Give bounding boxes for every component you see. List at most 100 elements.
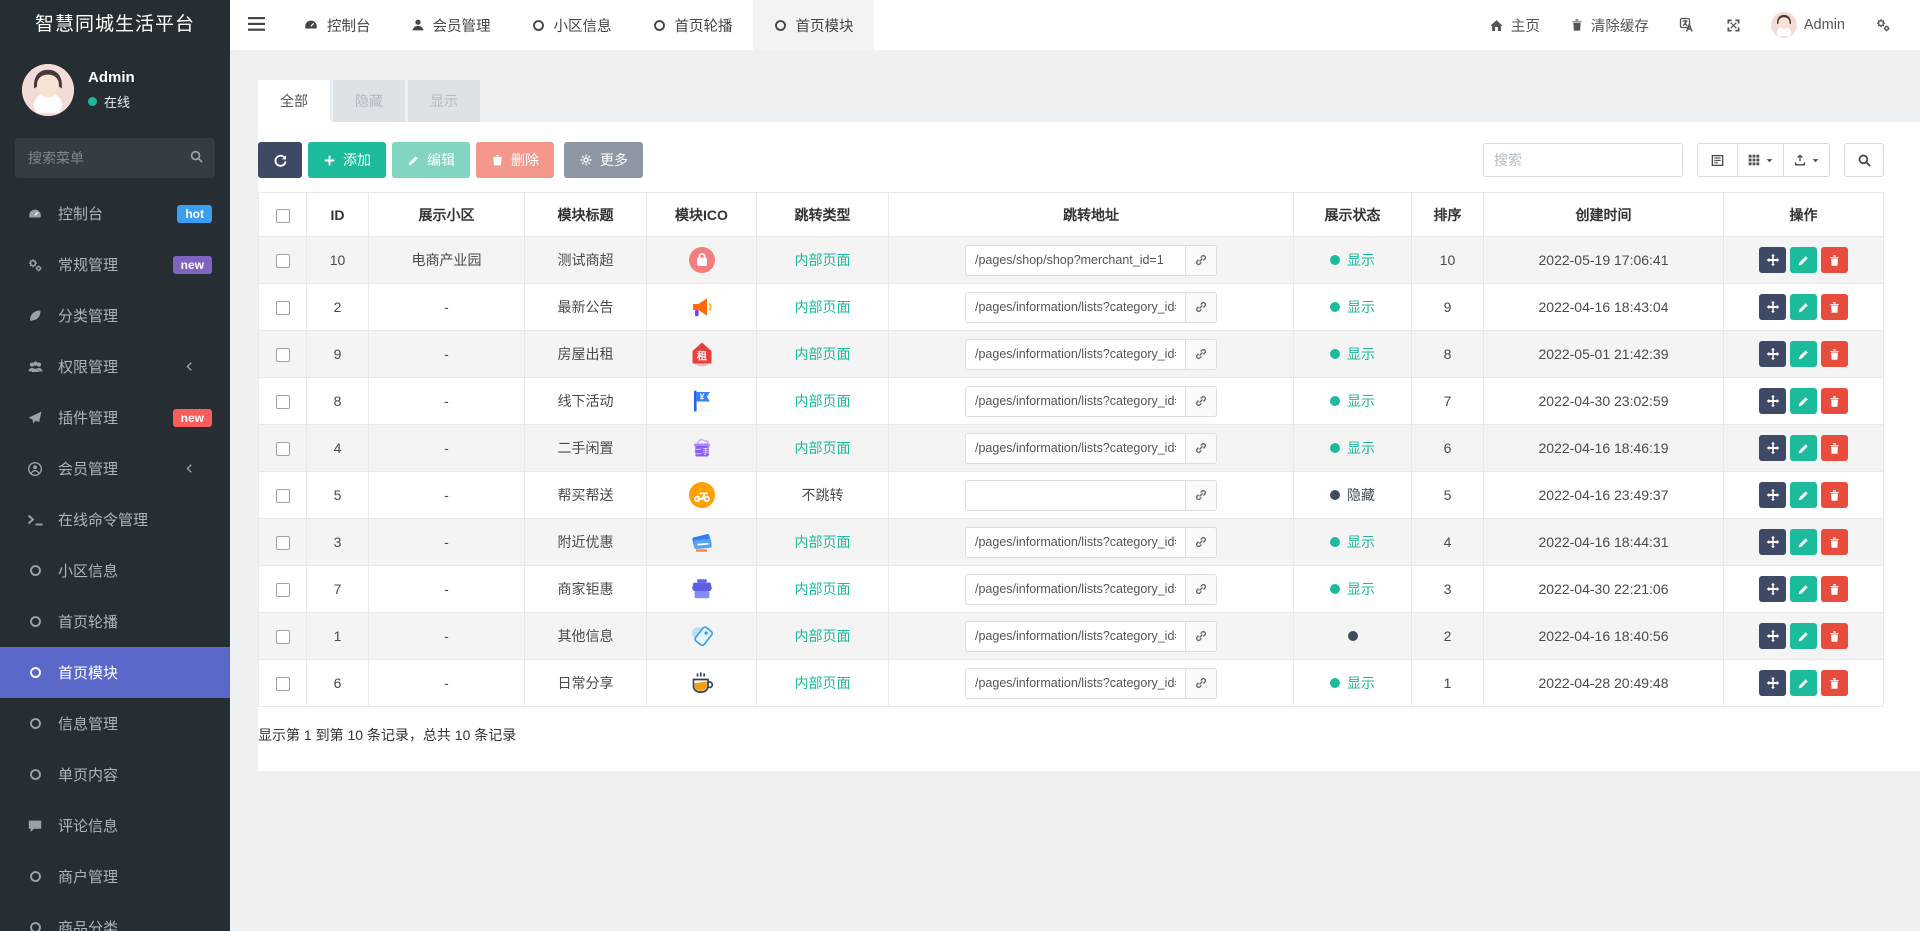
- drag-sort-button[interactable]: [1759, 246, 1786, 273]
- sidebar-item-13[interactable]: 商户管理: [0, 851, 230, 902]
- search-button[interactable]: [1844, 143, 1884, 177]
- more-button[interactable]: 更多: [564, 142, 643, 178]
- row-checkbox[interactable]: [275, 630, 290, 645]
- link-button[interactable]: [1185, 244, 1217, 276]
- url-input[interactable]: [965, 667, 1185, 699]
- delete-button[interactable]: 删除: [476, 142, 554, 178]
- sidebar-item-1[interactable]: 常规管理 new: [0, 239, 230, 290]
- sidebar-item-2[interactable]: 分类管理: [0, 290, 230, 341]
- row-delete-button[interactable]: [1821, 482, 1848, 509]
- row-edit-button[interactable]: [1790, 294, 1817, 321]
- export-button[interactable]: [1783, 143, 1830, 177]
- row-checkbox[interactable]: [275, 395, 290, 410]
- refresh-button[interactable]: [258, 142, 302, 178]
- row-edit-button[interactable]: [1790, 388, 1817, 415]
- drag-sort-button[interactable]: [1759, 481, 1786, 508]
- sidebar-item-14[interactable]: 商品分类: [0, 902, 230, 931]
- row-edit-button[interactable]: [1790, 576, 1817, 603]
- filter-tab-1[interactable]: 隐藏: [333, 80, 405, 122]
- settings-menu[interactable]: [1862, 0, 1904, 50]
- row-checkbox[interactable]: [275, 536, 290, 551]
- sidebar-item-11[interactable]: 单页内容: [0, 749, 230, 800]
- columns-button[interactable]: [1737, 143, 1783, 177]
- row-delete-button[interactable]: [1821, 529, 1848, 556]
- row-edit-button[interactable]: [1790, 482, 1817, 509]
- edit-button[interactable]: 编辑: [392, 142, 470, 178]
- menu-search-input[interactable]: [15, 138, 215, 178]
- menu-toggle-icon[interactable]: [230, 16, 283, 34]
- drag-sort-button[interactable]: [1759, 293, 1786, 320]
- row-checkbox[interactable]: [275, 348, 290, 363]
- row-edit-button[interactable]: [1790, 435, 1817, 462]
- link-button[interactable]: [1185, 573, 1217, 605]
- row-delete-button[interactable]: [1821, 670, 1848, 697]
- topbar-tab-1[interactable]: 会员管理: [391, 0, 511, 50]
- row-checkbox[interactable]: [275, 442, 290, 457]
- drag-sort-button[interactable]: [1759, 528, 1786, 555]
- row-checkbox[interactable]: [275, 677, 290, 692]
- row-checkbox[interactable]: [275, 301, 290, 316]
- table-search-input[interactable]: [1483, 143, 1683, 177]
- filter-tab-0[interactable]: 全部: [258, 80, 330, 122]
- link-button[interactable]: [1185, 620, 1217, 652]
- url-input[interactable]: [965, 244, 1185, 276]
- link-button[interactable]: [1185, 667, 1217, 699]
- filter-tab-2[interactable]: 显示: [408, 80, 480, 122]
- row-checkbox[interactable]: [275, 489, 290, 504]
- clear-cache-link[interactable]: 清除缓存: [1557, 0, 1662, 50]
- sidebar-item-6[interactable]: 在线命令管理: [0, 494, 230, 545]
- drag-sort-button[interactable]: [1759, 434, 1786, 461]
- user-menu[interactable]: Admin: [1758, 0, 1858, 50]
- sidebar-item-7[interactable]: 小区信息: [0, 545, 230, 596]
- url-input[interactable]: [965, 291, 1185, 323]
- drag-sort-button[interactable]: [1759, 669, 1786, 696]
- link-button[interactable]: [1185, 479, 1217, 511]
- home-link[interactable]: 主页: [1476, 0, 1553, 50]
- row-checkbox[interactable]: [275, 583, 290, 598]
- sidebar-item-0[interactable]: 控制台 hot: [0, 188, 230, 239]
- link-button[interactable]: [1185, 432, 1217, 464]
- link-button[interactable]: [1185, 385, 1217, 417]
- detail-view-button[interactable]: [1697, 143, 1737, 177]
- sidebar-item-4[interactable]: 插件管理 new: [0, 392, 230, 443]
- row-edit-button[interactable]: [1790, 341, 1817, 368]
- row-delete-button[interactable]: [1821, 294, 1848, 321]
- row-delete-button[interactable]: [1821, 341, 1848, 368]
- sidebar-item-9[interactable]: 首页模块: [0, 647, 230, 698]
- topbar-tab-4[interactable]: 首页模块: [752, 0, 874, 50]
- link-button[interactable]: [1185, 338, 1217, 370]
- fullscreen-toggle[interactable]: [1713, 0, 1754, 50]
- row-delete-button[interactable]: [1821, 576, 1848, 603]
- url-input[interactable]: [965, 573, 1185, 605]
- url-input[interactable]: [965, 526, 1185, 558]
- language-toggle[interactable]: [1666, 0, 1709, 50]
- row-delete-button[interactable]: [1821, 388, 1848, 415]
- sidebar-item-3[interactable]: 权限管理: [0, 341, 230, 392]
- link-button[interactable]: [1185, 291, 1217, 323]
- url-input[interactable]: [965, 385, 1185, 417]
- link-button[interactable]: [1185, 526, 1217, 558]
- url-input[interactable]: [965, 432, 1185, 464]
- drag-sort-button[interactable]: [1759, 387, 1786, 414]
- row-delete-button[interactable]: [1821, 435, 1848, 462]
- drag-sort-button[interactable]: [1759, 575, 1786, 602]
- row-checkbox[interactable]: [275, 254, 290, 269]
- drag-sort-button[interactable]: [1759, 340, 1786, 367]
- select-all-checkbox[interactable]: [275, 208, 290, 223]
- row-delete-button[interactable]: [1821, 247, 1848, 274]
- sidebar-item-12[interactable]: 评论信息: [0, 800, 230, 851]
- url-input[interactable]: [965, 338, 1185, 370]
- row-edit-button[interactable]: [1790, 529, 1817, 556]
- sidebar-item-5[interactable]: 会员管理: [0, 443, 230, 494]
- add-button[interactable]: 添加: [308, 142, 386, 178]
- row-edit-button[interactable]: [1790, 623, 1817, 650]
- topbar-tab-3[interactable]: 首页轮播: [632, 0, 753, 50]
- url-input[interactable]: [965, 479, 1185, 511]
- topbar-tab-2[interactable]: 小区信息: [511, 0, 632, 50]
- url-input[interactable]: [965, 620, 1185, 652]
- sidebar-item-10[interactable]: 信息管理: [0, 698, 230, 749]
- topbar-tab-0[interactable]: 控制台: [283, 0, 391, 50]
- drag-sort-button[interactable]: [1759, 622, 1786, 649]
- row-edit-button[interactable]: [1790, 670, 1817, 697]
- sidebar-item-8[interactable]: 首页轮播: [0, 596, 230, 647]
